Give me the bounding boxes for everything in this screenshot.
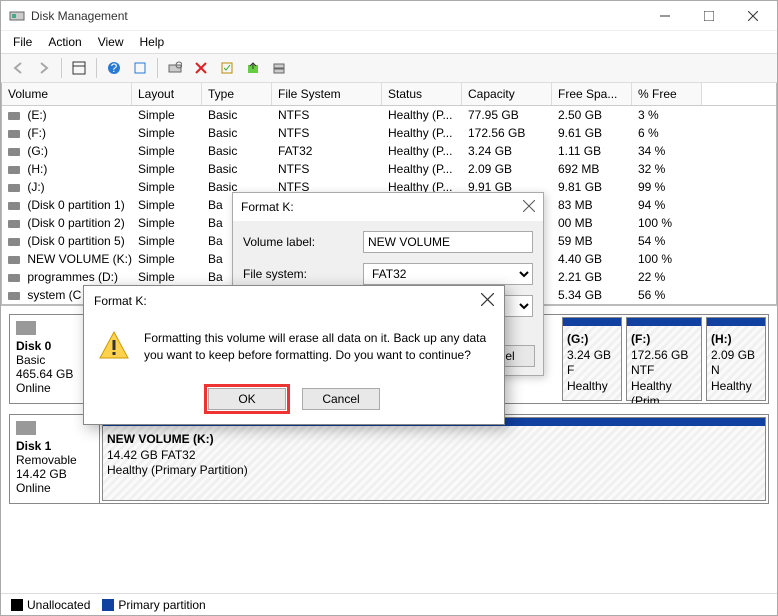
- col-status[interactable]: Status: [382, 83, 462, 105]
- help-button[interactable]: ?: [103, 57, 125, 79]
- menu-view[interactable]: View: [90, 33, 132, 51]
- titlebar: Disk Management: [1, 1, 777, 31]
- toolbar-icon-2[interactable]: [268, 57, 290, 79]
- toolbar-icon-1[interactable]: [242, 57, 264, 79]
- refresh-button[interactable]: [129, 57, 151, 79]
- format-dialog-title: Format K:: [241, 200, 294, 214]
- volume-label-input[interactable]: [363, 231, 533, 253]
- separator: [96, 58, 97, 78]
- close-icon[interactable]: [481, 293, 494, 310]
- file-system-label: File system:: [243, 267, 363, 281]
- volume-icon: [8, 112, 20, 120]
- disk1-name: Disk 1: [16, 439, 51, 453]
- legend: Unallocated Primary partition: [1, 593, 777, 615]
- volume-icon: [8, 220, 20, 228]
- disk-icon: [16, 321, 36, 335]
- confirm-dialog: Format K: Formatting this volume will er…: [83, 285, 505, 425]
- separator: [61, 58, 62, 78]
- back-button[interactable]: [7, 57, 29, 79]
- warning-icon: [98, 330, 130, 362]
- menu-action[interactable]: Action: [40, 33, 89, 51]
- disk0-name: Disk 0: [16, 339, 51, 353]
- properties-button[interactable]: [216, 57, 238, 79]
- disk0-size: 465.64 GB: [16, 367, 73, 381]
- cancel-button[interactable]: Cancel: [302, 388, 380, 410]
- rescan-button[interactable]: [164, 57, 186, 79]
- volume-icon: [8, 274, 20, 282]
- col-pfree[interactable]: % Free: [632, 83, 702, 105]
- close-icon[interactable]: [523, 200, 535, 215]
- legend-primary: Primary partition: [118, 598, 205, 612]
- col-free[interactable]: Free Spa...: [552, 83, 632, 105]
- table-row[interactable]: (E:)SimpleBasicNTFSHealthy (P...77.95 GB…: [2, 106, 776, 124]
- col-capacity[interactable]: Capacity: [462, 83, 552, 105]
- minimize-button[interactable]: [643, 2, 687, 30]
- table-row[interactable]: (H:)SimpleBasicNTFSHealthy (P...2.09 GB6…: [2, 160, 776, 178]
- view-button[interactable]: [68, 57, 90, 79]
- legend-unallocated-swatch: [11, 599, 23, 611]
- window-title: Disk Management: [31, 9, 643, 23]
- delete-button[interactable]: [190, 57, 212, 79]
- col-volume[interactable]: Volume: [2, 83, 132, 105]
- svg-text:?: ?: [111, 61, 118, 75]
- legend-primary-swatch: [102, 599, 114, 611]
- table-row[interactable]: (F:)SimpleBasicNTFSHealthy (P...172.56 G…: [2, 124, 776, 142]
- volume-icon: [8, 130, 20, 138]
- disk0-type: Basic: [16, 353, 45, 367]
- menubar: File Action View Help: [1, 31, 777, 53]
- close-button[interactable]: [731, 2, 775, 30]
- disk-icon: [16, 421, 36, 435]
- volume-label-label: Volume label:: [243, 235, 363, 249]
- volume-icon: [8, 184, 20, 192]
- confirm-dialog-title: Format K:: [94, 294, 147, 308]
- maximize-button[interactable]: [687, 2, 731, 30]
- volume-icon: [8, 256, 20, 264]
- app-icon: [9, 8, 25, 24]
- partition[interactable]: (H:)2.09 GB NHealthy: [706, 317, 766, 401]
- disk1-box[interactable]: Disk 1 Removable 14.42 GB Online NEW VOL…: [9, 414, 769, 504]
- disk1-status: Online: [16, 481, 51, 495]
- partition-selected[interactable]: NEW VOLUME (K:)14.42 GB FAT32Healthy (Pr…: [102, 417, 766, 501]
- table-row[interactable]: (G:)SimpleBasicFAT32Healthy (P...3.24 GB…: [2, 142, 776, 160]
- grid-header: Volume Layout Type File System Status Ca…: [2, 83, 776, 106]
- col-layout[interactable]: Layout: [132, 83, 202, 105]
- col-filesystem[interactable]: File System: [272, 83, 382, 105]
- disk1-type: Removable: [16, 453, 77, 467]
- partition[interactable]: (F:)172.56 GB NTFHealthy (Prim: [626, 317, 702, 401]
- legend-unallocated: Unallocated: [27, 598, 90, 612]
- confirm-message: Formatting this volume will erase all da…: [144, 330, 490, 364]
- forward-button[interactable]: [33, 57, 55, 79]
- volume-icon: [8, 166, 20, 174]
- volume-icon: [8, 202, 20, 210]
- menu-file[interactable]: File: [5, 33, 40, 51]
- separator: [157, 58, 158, 78]
- disk1-size: 14.42 GB: [16, 467, 67, 481]
- ok-button[interactable]: OK: [208, 388, 286, 410]
- volume-icon: [8, 292, 20, 300]
- partition[interactable]: (G:)3.24 GB FHealthy: [562, 317, 622, 401]
- file-system-select[interactable]: FAT32: [363, 263, 533, 285]
- toolbar: ?: [1, 53, 777, 83]
- volume-icon: [8, 238, 20, 246]
- volume-icon: [8, 148, 20, 156]
- disk0-status: Online: [16, 381, 51, 395]
- col-type[interactable]: Type: [202, 83, 272, 105]
- menu-help[interactable]: Help: [132, 33, 173, 51]
